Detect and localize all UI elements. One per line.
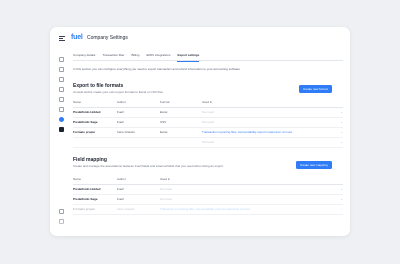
users-icon[interactable]: [59, 77, 64, 82]
help-icon[interactable]: [59, 209, 64, 214]
field-mapping-title: Field mapping: [73, 157, 107, 163]
column-header: Name: [73, 98, 117, 108]
chevron-down-icon[interactable]: ⌄: [333, 117, 343, 128]
chevron-down-icon[interactable]: ⌄: [333, 194, 343, 205]
table-header: Name Author Format Used in: [73, 98, 343, 108]
table-header: Name Author Used in: [73, 175, 343, 185]
column-header: Author: [117, 175, 160, 185]
export-formats-description: Consult and/or create your own export fo…: [73, 90, 163, 94]
table-row[interactable]: Formato propio Irene Grando Transaction …: [73, 204, 343, 215]
row-used-in: Not used: [202, 117, 333, 128]
tab-transaction-filter[interactable]: Transaction filter: [102, 52, 124, 62]
documents-icon[interactable]: [59, 87, 64, 92]
row-format: CSV: [160, 117, 202, 128]
cards-icon[interactable]: [59, 67, 64, 72]
table-row[interactable]: Predefinido Holded Fuell Excel Not used …: [73, 107, 343, 118]
home-icon[interactable]: [59, 57, 64, 62]
row-used-in-link[interactable]: Transaction reporting files, Accountabil…: [202, 127, 333, 138]
chevron-down-icon[interactable]: ⌄: [333, 107, 343, 118]
section-intro: In this section you can configure everyt…: [73, 67, 241, 71]
table-row[interactable]: Not used ⌄: [73, 137, 343, 148]
field-mapping-table: Name Author Used in Predefinido Holded F…: [73, 175, 343, 215]
row-name: Predefinido Holded: [73, 107, 117, 118]
column-header: Used in: [160, 175, 333, 185]
export-formats-table: Name Author Format Used in Predefinido H…: [73, 98, 343, 148]
row-author: Irene Grando: [117, 204, 160, 215]
create-new-mapping-button[interactable]: Create new mapping: [296, 161, 332, 169]
tab-company-details[interactable]: Company details: [73, 52, 95, 62]
row-name: Formato propio: [73, 127, 117, 138]
row-format: [160, 137, 202, 148]
row-name: [73, 137, 117, 148]
row-author: Fuell: [117, 117, 160, 128]
settings-window: fuel Company Settings Company details Tr…: [50, 27, 350, 236]
create-new-format-button[interactable]: Create new format: [299, 85, 332, 93]
row-author: Fuell: [117, 184, 160, 195]
row-format: Excel: [160, 107, 202, 118]
settings-icon[interactable]: [59, 117, 64, 122]
column-header: Used in: [202, 98, 333, 108]
row-used-in: Not used: [160, 194, 333, 205]
table-row[interactable]: Predefinido Holded Fuell Not used ⌄: [73, 184, 343, 195]
row-author: Irene Grando: [117, 127, 160, 138]
row-author: Fuell: [117, 194, 160, 205]
table-row[interactable]: Predefinido Sage Fuell Not used ⌄: [73, 194, 343, 205]
row-author: Fuell: [117, 107, 160, 118]
field-mapping-description: Create and manage the associations betwe…: [73, 164, 223, 168]
integrations-icon[interactable]: [59, 127, 64, 132]
row-name: Predefinido Holded: [73, 184, 117, 195]
table-row[interactable]: Predefinido Sage Fuell CSV Not used ⌄: [73, 117, 343, 128]
chevron-down-icon[interactable]: ⌄: [333, 184, 343, 195]
page-title: Company Settings: [87, 35, 128, 41]
folder-icon[interactable]: [59, 97, 64, 102]
tabs-divider: [73, 60, 343, 61]
row-used-in: Not used: [160, 184, 333, 195]
tab-export-settings[interactable]: Export settings: [177, 52, 200, 62]
row-name: Predefinido Sage: [73, 194, 117, 205]
side-rail: [57, 57, 67, 227]
top-bar: fuel Company Settings: [50, 27, 350, 49]
menu-icon[interactable]: [59, 36, 65, 41]
chevron-down-icon[interactable]: ⌄: [333, 127, 343, 138]
tab-erps-integrations[interactable]: ERPs integrations: [146, 52, 170, 62]
settings-tabs: Company details Transaction filter Billi…: [73, 52, 200, 62]
scroll-fade: [50, 215, 350, 236]
row-name: Predefinido Sage: [73, 117, 117, 128]
row-used-in: Not used: [202, 137, 333, 148]
reports-icon[interactable]: [59, 107, 64, 112]
chevron-down-icon[interactable]: ⌄: [333, 137, 343, 148]
row-author: [117, 137, 160, 148]
table-row[interactable]: Formato propio Irene Grando Excel Transa…: [73, 127, 343, 138]
brand-logo: fuel: [71, 34, 83, 41]
export-formats-title: Export to file formats: [73, 83, 124, 89]
row-used-in: Not used: [202, 107, 333, 118]
row-used-in-link[interactable]: Transaction reporting files, Accountabil…: [160, 204, 333, 215]
row-format: Excel: [160, 127, 202, 138]
row-name: Formato propio: [73, 204, 117, 215]
chevron-down-icon[interactable]: ⌄: [333, 204, 343, 215]
column-header: Name: [73, 175, 117, 185]
tab-billing[interactable]: Billing: [131, 52, 139, 62]
column-header: Format: [160, 98, 202, 108]
column-header: Author: [117, 98, 160, 108]
